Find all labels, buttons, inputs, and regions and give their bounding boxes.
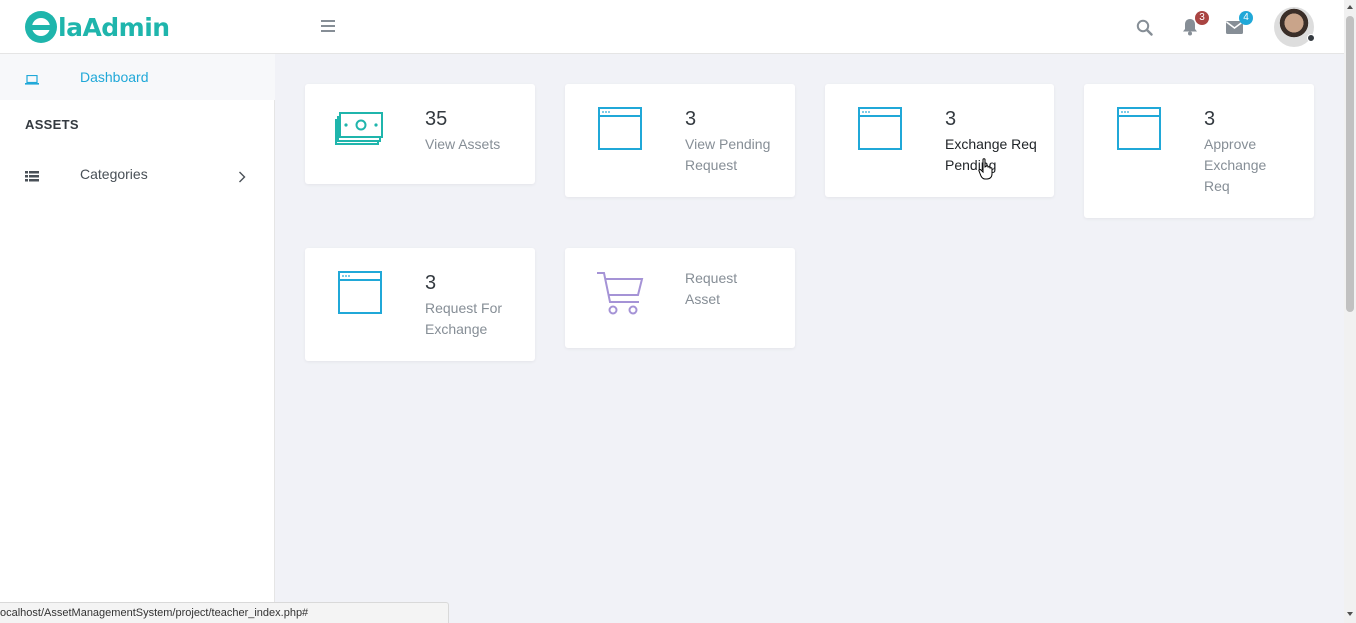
- scroll-down-icon[interactable]: [1347, 612, 1353, 616]
- table-icon: [25, 169, 39, 187]
- browser-window-icon: [858, 107, 902, 155]
- card-approve-exchange-req[interactable]: 3 Approve Exchange Req: [1084, 84, 1314, 218]
- hand-cursor-icon: [978, 158, 994, 185]
- card-request-asset[interactable]: Request Asset: [565, 248, 795, 348]
- laptop-icon: [25, 72, 39, 90]
- sidebar-item-dashboard[interactable]: Dashboard: [0, 54, 275, 100]
- card-count: 3: [425, 272, 437, 294]
- card-count: 3: [1204, 108, 1216, 130]
- page-scrollbar[interactable]: [1344, 0, 1356, 623]
- browser-window-icon: [1117, 107, 1161, 155]
- logo-text: laAdmin: [58, 12, 170, 42]
- card-exchange-req-pending[interactable]: 3 Exchange Req Pending: [825, 84, 1054, 197]
- sidebar-item-label: Categories: [80, 166, 148, 182]
- scroll-thumb[interactable]: [1346, 16, 1354, 312]
- online-status-dot: [1307, 34, 1315, 42]
- logo[interactable]: laAdmin: [25, 10, 170, 44]
- envelope-icon[interactable]: [1226, 21, 1243, 39]
- message-badge: 4: [1239, 11, 1253, 25]
- money-icon: [335, 112, 383, 153]
- card-view-pending-request[interactable]: 3 View Pending Request: [565, 84, 795, 197]
- card-count: 3: [685, 108, 697, 130]
- chevron-right-icon: [238, 170, 246, 188]
- card-count: 3: [945, 108, 957, 130]
- card-label: Request Asset: [685, 270, 738, 307]
- cart-icon: [595, 270, 645, 321]
- card-view-assets[interactable]: 35 View Assets: [305, 84, 535, 184]
- top-header: laAdmin 3 4: [0, 0, 1344, 54]
- card-label: View Pending Request: [685, 136, 771, 173]
- card-request-for-exchange[interactable]: 3 Request For Exchange: [305, 248, 535, 361]
- card-label: Approve Exchange Req: [1204, 136, 1267, 194]
- browser-window-icon: [598, 107, 642, 155]
- sidebar: Dashboard ASSETS Categories: [0, 54, 275, 623]
- card-count: 35: [425, 108, 448, 130]
- search-icon[interactable]: [1136, 19, 1153, 41]
- logo-e-mark: [25, 11, 57, 43]
- notification-badge: 3: [1195, 11, 1209, 25]
- card-label: Exchange Req Pending: [945, 136, 1037, 173]
- scroll-up-icon[interactable]: [1347, 5, 1353, 9]
- sidebar-item-label: Dashboard: [80, 69, 149, 85]
- browser-window-icon: [338, 271, 382, 319]
- card-label: View Assets: [425, 136, 501, 152]
- sidebar-item-categories[interactable]: Categories: [0, 152, 275, 198]
- card-label: Request For Exchange: [425, 300, 503, 337]
- browser-status-url: ocalhost/AssetManagementSystem/project/t…: [0, 602, 449, 623]
- menu-toggle-icon[interactable]: [321, 20, 335, 33]
- sidebar-section-title: ASSETS: [25, 117, 79, 132]
